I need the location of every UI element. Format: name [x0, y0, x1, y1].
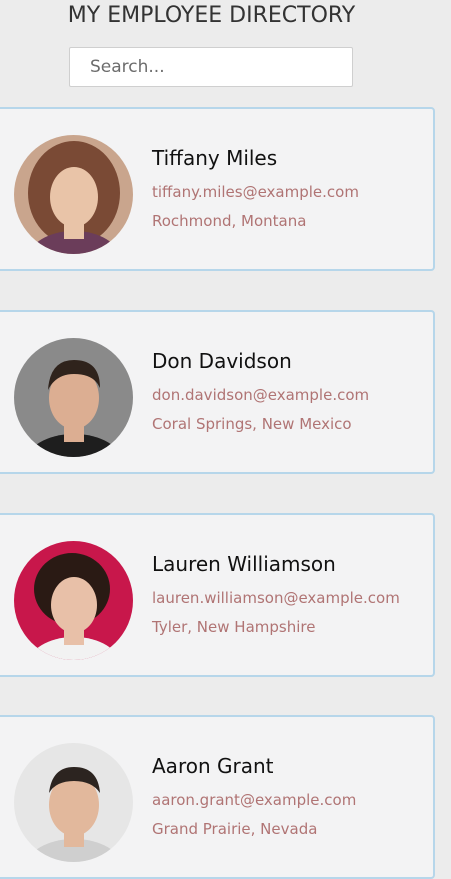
- employee-card[interactable]: Aaron Grant aaron.grant@example.com Gran…: [0, 715, 435, 879]
- avatar: [14, 541, 133, 660]
- employee-location: Grand Prairie, Nevada: [152, 820, 318, 838]
- avatar: [14, 743, 133, 862]
- employee-email: don.davidson@example.com: [152, 386, 370, 404]
- employee-card[interactable]: Don Davidson don.davidson@example.com Co…: [0, 310, 435, 474]
- avatar: [14, 338, 133, 457]
- employee-card[interactable]: Lauren Williamson lauren.williamson@exam…: [0, 513, 435, 677]
- search-input[interactable]: [69, 47, 353, 87]
- page-title: MY EMPLOYEE DIRECTORY: [67, 3, 356, 28]
- employee-email: lauren.williamson@example.com: [152, 589, 400, 607]
- employee-location: Rochmond, Montana: [152, 212, 307, 230]
- employee-email: aaron.grant@example.com: [152, 791, 357, 809]
- employee-email: tiffany.miles@example.com: [152, 183, 359, 201]
- avatar: [14, 135, 133, 254]
- employee-card[interactable]: Tiffany Miles tiffany.miles@example.com …: [0, 107, 435, 271]
- employee-location: Tyler, New Hampshire: [152, 618, 316, 636]
- employee-name: Aaron Grant: [152, 754, 274, 778]
- employee-name: Don Davidson: [152, 349, 292, 373]
- employee-name: Lauren Williamson: [152, 552, 336, 576]
- employee-location: Coral Springs, New Mexico: [152, 415, 352, 433]
- employee-name: Tiffany Miles: [152, 146, 278, 170]
